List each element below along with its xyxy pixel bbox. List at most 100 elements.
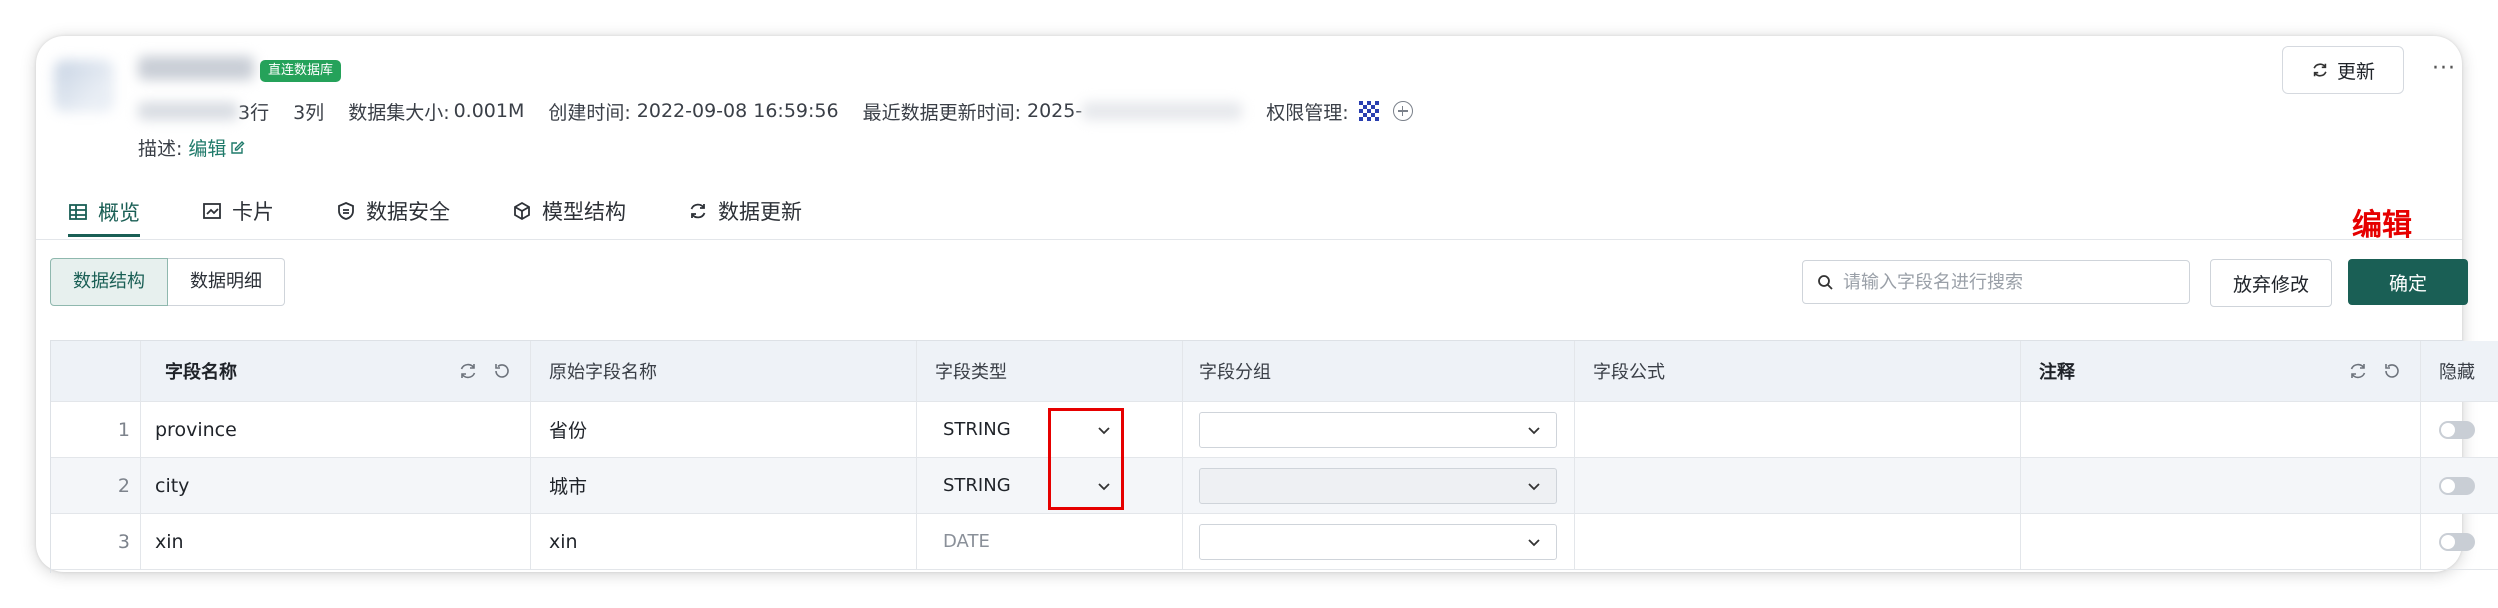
permission-group-icon[interactable]	[1358, 101, 1379, 121]
reset-icon[interactable]	[2382, 361, 2402, 381]
row-index: 1	[51, 402, 141, 457]
perm-label: 权限管理:	[1266, 101, 1349, 124]
reset-icon[interactable]	[492, 361, 512, 381]
field-type-value: DATE	[943, 531, 990, 552]
sync-icon[interactable]	[2348, 361, 2368, 381]
row-count: 3行	[238, 101, 270, 124]
field-group-select[interactable]	[1199, 523, 1557, 560]
edit-annotation: 编辑	[2352, 208, 2412, 243]
field-group-cell	[1183, 458, 1575, 513]
search-icon	[1818, 275, 1833, 290]
row-index: 2	[51, 458, 141, 513]
sync-icon[interactable]	[458, 361, 478, 381]
more-menu-icon[interactable]: ···	[2432, 56, 2456, 81]
table-row: 1 province 省份 STRING	[51, 402, 2498, 458]
original-name: xin	[531, 514, 917, 569]
dataset-logo	[54, 60, 114, 112]
col-note: 注释	[2021, 341, 2421, 401]
tab-label: 数据更新	[718, 200, 802, 224]
refresh-button[interactable]: 更新	[2282, 46, 2404, 94]
tab-label: 数据安全	[366, 200, 450, 224]
col-field-type: 字段类型	[917, 341, 1183, 401]
tab-data-security[interactable]: 数据安全	[336, 190, 450, 232]
field-table: 字段名称 原始字段名称 字段类型 字段分组 字段公式 注释 隐藏 1 provi…	[50, 340, 2498, 573]
edit-description-link[interactable]: 编辑	[188, 134, 226, 161]
field-group-select[interactable]	[1199, 411, 1557, 448]
col-index	[51, 341, 141, 401]
view-toggle: 数据结构 数据明细	[50, 258, 285, 306]
hide-toggle[interactable]	[2439, 476, 2475, 495]
chevron-down-icon	[1528, 538, 1540, 546]
chevron-down-icon	[1528, 482, 1540, 490]
col-field-formula: 字段公式	[1575, 341, 2021, 401]
tab-label: 概览	[98, 201, 140, 225]
tab-model-structure[interactable]: 模型结构	[512, 190, 626, 232]
cube-icon	[514, 201, 530, 221]
original-name: 省份	[531, 402, 917, 457]
tab-bar: 概览 卡片 数据安全 模型结构 数据更新	[68, 190, 864, 240]
table-row: 2 city 城市 STRING	[51, 458, 2498, 514]
col-field-group: 字段分组	[1183, 341, 1575, 401]
field-group-cell	[1183, 514, 1575, 569]
tab-data-update[interactable]: 数据更新	[688, 190, 802, 232]
type-dropdown-highlight	[1048, 408, 1124, 510]
hide-toggle-cell	[2421, 458, 2481, 513]
table-header: 字段名称 原始字段名称 字段类型 字段分组 字段公式 注释 隐藏	[51, 341, 2498, 402]
add-permission-icon[interactable]	[1392, 101, 1413, 121]
field-note[interactable]	[2021, 514, 2421, 569]
dataset-meta: 3行 3列 数据集大小: 0.001M 创建时间: 2022-09-08 16:…	[138, 97, 1413, 125]
field-formula[interactable]	[1575, 402, 2021, 457]
col-count: 3列	[293, 101, 325, 124]
row-index: 3	[51, 514, 141, 569]
desc-label: 描述:	[138, 138, 183, 160]
field-name[interactable]: province	[141, 402, 531, 457]
updated-label: 最近数据更新时间:	[862, 101, 1021, 124]
field-name[interactable]: xin	[141, 514, 531, 569]
table-row: 3 xin xin DATE	[51, 514, 2498, 570]
updated-value: 2025-	[1027, 100, 1083, 122]
field-group-select[interactable]	[1199, 467, 1557, 504]
field-formula[interactable]	[1575, 514, 2021, 569]
col-original-name: 原始字段名称	[531, 341, 917, 401]
field-note[interactable]	[2021, 458, 2421, 513]
field-group-cell	[1183, 402, 1575, 457]
confirm-button[interactable]: 确定	[2348, 259, 2468, 305]
table-icon	[69, 204, 87, 220]
created-label: 创建时间:	[548, 101, 631, 124]
view-structure-button[interactable]: 数据结构	[50, 258, 168, 306]
direct-db-badge: 直连数据库	[260, 60, 342, 82]
tab-label: 卡片	[232, 200, 274, 224]
owner-redacted	[138, 102, 238, 120]
discard-button[interactable]: 放弃修改	[2210, 259, 2332, 307]
field-name[interactable]: city	[141, 458, 531, 513]
size-value: 0.001M	[453, 100, 525, 122]
refresh-label: 更新	[2336, 60, 2375, 83]
col-hide: 隐藏	[2439, 362, 2475, 383]
hide-toggle-cell	[2421, 514, 2481, 569]
view-details-button[interactable]: 数据明细	[168, 258, 285, 306]
tab-overview[interactable]: 概览	[68, 190, 140, 237]
chart-icon	[203, 203, 221, 219]
hide-toggle[interactable]	[2439, 532, 2475, 551]
tab-divider	[36, 239, 2462, 240]
field-note[interactable]	[2021, 402, 2421, 457]
size-label: 数据集大小:	[348, 101, 450, 124]
field-type-cell: DATE	[917, 514, 1183, 569]
tab-cards[interactable]: 卡片	[202, 190, 274, 232]
dataset-name-redacted	[138, 56, 254, 80]
search-input[interactable]	[1841, 270, 2175, 294]
shield-icon	[338, 202, 354, 220]
chevron-down-icon	[1528, 426, 1540, 434]
original-name: 城市	[531, 458, 917, 513]
hide-toggle-cell	[2421, 402, 2481, 457]
tab-label: 模型结构	[542, 200, 626, 224]
field-formula[interactable]	[1575, 458, 2021, 513]
edit-icon[interactable]	[229, 140, 245, 156]
hide-toggle[interactable]	[2439, 420, 2475, 439]
field-search	[1802, 260, 2190, 304]
updated-redacted	[1082, 102, 1243, 120]
refresh-icon	[690, 203, 706, 219]
refresh-icon	[2313, 63, 2327, 77]
col-field-name: 字段名称	[141, 341, 531, 401]
created-value: 2022-09-08 16:59:56	[636, 100, 839, 122]
